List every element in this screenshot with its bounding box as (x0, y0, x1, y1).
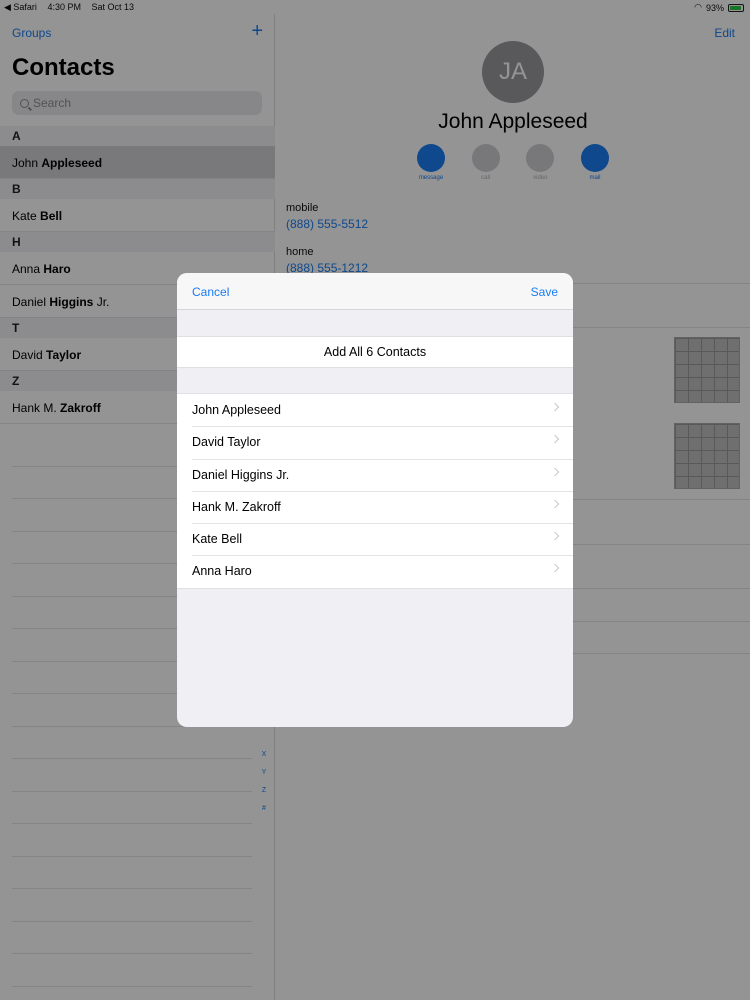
import-contact-name: Daniel Higgins Jr. (192, 467, 290, 482)
chevron-right-icon (550, 531, 560, 541)
chevron-right-icon (550, 402, 560, 412)
import-contact-row[interactable]: David Taylor (177, 426, 573, 458)
import-contact-row[interactable]: John Appleseed (177, 394, 573, 426)
chevron-right-icon (550, 564, 560, 573)
sheet-navbar: Cancel Save (177, 273, 573, 310)
import-contact-name: David Taylor (192, 435, 261, 450)
import-contact-name: Kate Bell (192, 532, 243, 547)
import-contact-row[interactable]: Hank M. Zakroff (177, 490, 573, 523)
save-button[interactable]: Save (531, 285, 558, 299)
import-contact-row[interactable]: Anna Haro (177, 555, 573, 587)
chevron-right-icon (550, 467, 560, 476)
import-contact-name: Hank M. Zakroff (192, 499, 281, 514)
cancel-button[interactable]: Cancel (192, 285, 229, 299)
import-contact-name: John Appleseed (192, 403, 281, 417)
import-contact-name: Anna Haro (192, 564, 252, 579)
import-contact-list: John Appleseed David Taylor Daniel Higgins… (177, 393, 573, 589)
import-contact-row[interactable]: Kate Bell (177, 523, 573, 555)
add-contacts-sheet: Cancel Save Add All 6 Contacts John Appl… (177, 273, 573, 727)
chevron-right-icon (550, 499, 560, 509)
chevron-right-icon (550, 435, 560, 444)
import-contact-row[interactable]: Daniel Higgins Jr. (177, 458, 573, 491)
add-all-contacts-button[interactable]: Add All 6 Contacts (177, 336, 573, 368)
